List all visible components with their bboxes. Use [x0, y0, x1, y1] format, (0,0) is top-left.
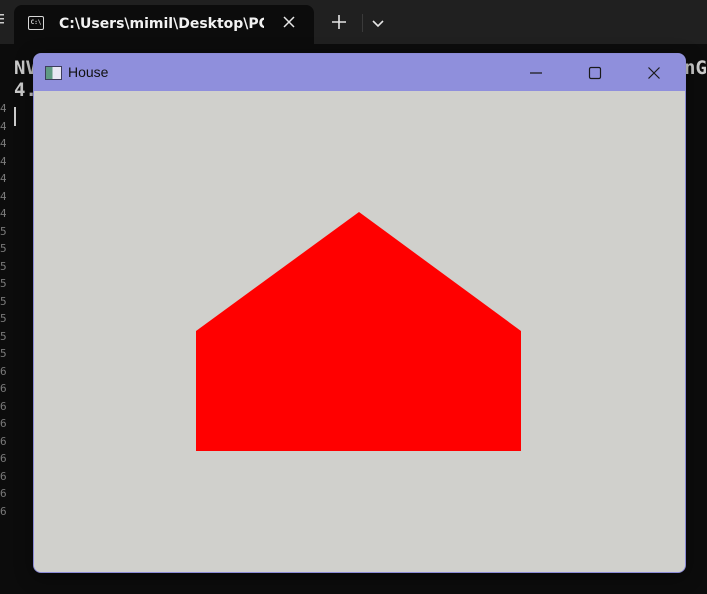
- gutter-glyph: 4: [0, 119, 6, 133]
- gutter-glyph: 4: [0, 207, 6, 220]
- tab-separator: [362, 14, 363, 32]
- close-button[interactable]: [625, 54, 683, 91]
- gutter-glyph: 6: [0, 399, 6, 413]
- minimize-button[interactable]: [507, 54, 565, 91]
- gutter-glyph: 6: [0, 452, 6, 465]
- gutter-glyph: 4: [0, 102, 6, 115]
- terminal-cursor: [14, 107, 16, 126]
- gutter-glyph: 4: [0, 137, 6, 150]
- terminal-gutter: 4 4 4 4 4 4 4 5 5 5 5 5 5 5 5 6 6 6 6 6 6 6 6 6: [0, 100, 6, 594]
- gutter-glyph: 5: [0, 329, 6, 343]
- window-title: House: [68, 64, 109, 80]
- scene-svg: [196, 212, 521, 451]
- close-icon[interactable]: [280, 13, 298, 31]
- terminal-tab-bar: C:\ C:\Users\mimil\Desktop\PG3D: [0, 0, 707, 44]
- close-icon: [648, 66, 660, 79]
- gutter-glyph: 5: [0, 294, 6, 308]
- gutter-glyph: 5: [0, 347, 6, 360]
- window-app-icon: [45, 66, 62, 80]
- maximize-button[interactable]: [566, 54, 624, 91]
- house-window[interactable]: House: [33, 53, 686, 573]
- minimize-icon: [530, 71, 542, 74]
- maximize-icon: [588, 66, 602, 79]
- terminal-tab[interactable]: C:\ C:\Users\mimil\Desktop\PG3D: [14, 5, 314, 44]
- gutter-glyph: 6: [0, 382, 6, 395]
- chevron-down-icon[interactable]: [369, 15, 387, 33]
- terminal-line-fragment: nG: [684, 57, 707, 79]
- house-shape: [196, 212, 521, 451]
- gutter-glyph: 6: [0, 434, 6, 448]
- plus-icon[interactable]: [330, 13, 348, 31]
- gutter-glyph: 5: [0, 224, 6, 238]
- gutter-glyph: 5: [0, 259, 6, 273]
- gutter-glyph: 6: [0, 364, 6, 378]
- gutter-glyph: 4: [0, 154, 6, 168]
- gutter-glyph: 4: [0, 172, 6, 185]
- menu-edge-icon: [0, 14, 4, 24]
- terminal-tab-title: C:\Users\mimil\Desktop\PG3D: [59, 16, 264, 32]
- gutter-glyph: 5: [0, 277, 6, 290]
- gutter-glyph: 6: [0, 417, 6, 430]
- window-titlebar[interactable]: House: [34, 54, 685, 91]
- opengl-canvas[interactable]: [34, 91, 685, 572]
- terminal-icon: C:\: [28, 16, 44, 30]
- gutter-glyph: 5: [0, 242, 6, 255]
- gutter-glyph: 6: [0, 469, 6, 483]
- gutter-glyph: 6: [0, 504, 6, 518]
- gutter-glyph: 4: [0, 189, 6, 203]
- gutter-glyph: 6: [0, 487, 6, 500]
- gutter-glyph: 5: [0, 312, 6, 325]
